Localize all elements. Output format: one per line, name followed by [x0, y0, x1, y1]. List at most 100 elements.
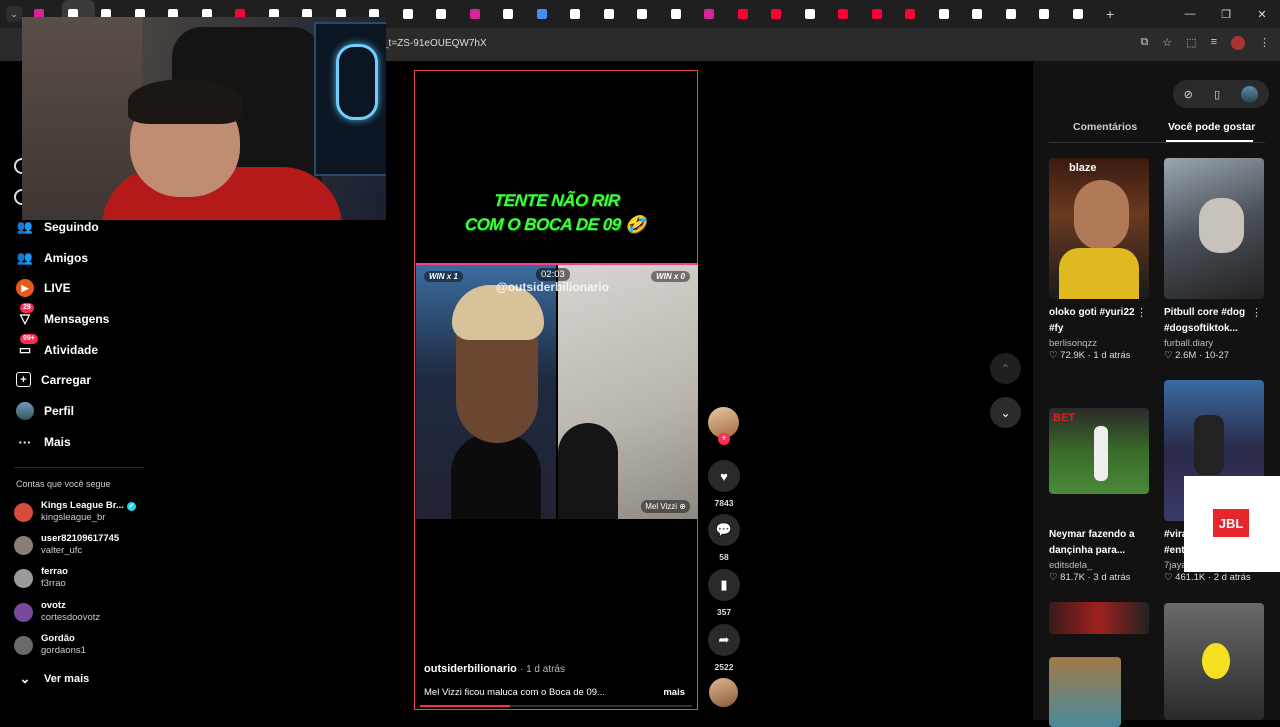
browser-tab[interactable]	[397, 0, 431, 28]
video-watermark: @outsiderbilionario	[496, 280, 610, 294]
follow-plus-icon[interactable]: +	[718, 433, 730, 445]
see-more-button[interactable]: ⌄ Ver mais	[16, 670, 90, 688]
sidebar-item-amigos[interactable]: 👥 Amigos	[16, 249, 88, 267]
avatar	[14, 568, 33, 588]
account-item[interactable]: user82109617745 valter_ufc	[14, 533, 119, 557]
avatar	[14, 535, 33, 555]
recommended-card[interactable]: Pitbull core #dog #dogsoftiktok... ⋮ furb…	[1164, 158, 1264, 361]
account-handle: valter_ufc	[41, 545, 83, 556]
tiktok-icon	[436, 9, 446, 19]
music-disc-avatar[interactable]	[709, 678, 738, 707]
close-window-icon[interactable]: ✕	[1244, 0, 1280, 28]
sidebar-item-mais[interactable]: ··· Mais	[16, 433, 71, 451]
minimize-icon[interactable]: —	[1172, 0, 1208, 28]
new-tab-button[interactable]: +	[1106, 6, 1114, 22]
sidebar-item-seguindo[interactable]: 👥 Seguindo	[16, 218, 99, 236]
video-top-line	[416, 263, 698, 265]
tiktok-icon	[670, 9, 681, 19]
tab-comments[interactable]: Comentários	[1073, 121, 1137, 133]
browser-tab[interactable]	[564, 0, 598, 28]
browser-menu-icon[interactable]: ⋮	[1259, 36, 1270, 50]
card-more-icon[interactable]: ⋮	[1136, 306, 1147, 319]
browser-tab[interactable]	[832, 0, 866, 28]
video-dark-shape	[558, 423, 618, 519]
browser-tab[interactable]	[698, 0, 732, 28]
restore-icon[interactable]: ❐	[1208, 0, 1244, 28]
tiktok-icon	[972, 9, 982, 19]
account-item[interactable]: ovotz cortesdoovotz	[14, 600, 100, 624]
video-description: Mel Vizzi ficou maluca com o Boca de 09.…	[424, 687, 605, 698]
video-author[interactable]: outsiderbilionario	[424, 663, 517, 675]
browser-tab[interactable]	[1033, 0, 1067, 28]
bookmark-icon[interactable]: ▮	[708, 569, 740, 601]
browser-tab[interactable]	[531, 0, 565, 28]
user-avatar[interactable]	[1241, 85, 1259, 103]
see-more-label: Ver mais	[44, 673, 90, 685]
recommended-card[interactable]: blaze oloko goti #yuri22 #fy ⋮ berlisonqz…	[1049, 158, 1149, 361]
url-field[interactable]: _t=ZS-91eOUEQW7hX	[383, 38, 487, 49]
cast-icon[interactable]: ⧉	[1140, 36, 1148, 50]
webcam-overlay	[22, 17, 386, 220]
video-caption-overlay: TENTE NÃO RIR COM O BOCA DE 09 🤣	[413, 189, 698, 237]
sidebar-item-carregar[interactable]: + Carregar	[16, 372, 91, 387]
recommended-card[interactable]	[1164, 603, 1264, 720]
video-player[interactable]: TENTE NÃO RIR COM O BOCA DE 09 🤣 WIN x 1…	[414, 70, 698, 710]
card-thumbnail	[1164, 603, 1264, 720]
upload-icon: +	[16, 372, 31, 387]
right-panel: ⊘ ▯ Comentários Você pode gostar blaze o…	[1033, 61, 1280, 727]
thumb-face	[1074, 180, 1129, 250]
next-video-button[interactable]: ⌄	[990, 397, 1021, 428]
tab-search-dropdown-icon[interactable]: ⌄	[6, 6, 22, 22]
sidebar-item-atividade[interactable]: ▭ 99+ Atividade	[16, 334, 98, 359]
browser-tab[interactable]	[1067, 0, 1101, 28]
previous-video-button[interactable]: ⌃	[990, 353, 1021, 384]
tiktok-icon	[1072, 9, 1083, 19]
video-author-line: outsiderbilionario · 1 d atrás	[424, 663, 565, 675]
heart-icon[interactable]: ♥	[708, 460, 740, 492]
reading-list-icon[interactable]: ≡	[1211, 36, 1217, 50]
browser-tab[interactable]	[497, 0, 531, 28]
bookmark-star-icon[interactable]: ☆	[1162, 36, 1172, 50]
browser-tab[interactable]	[765, 0, 799, 28]
account-item[interactable]: ferrao f3rrao	[14, 566, 68, 590]
browser-tab[interactable]	[631, 0, 665, 28]
recommended-card[interactable]	[1049, 602, 1149, 727]
browser-tab[interactable]	[899, 0, 933, 28]
browser-tab[interactable]	[866, 0, 900, 28]
extensions-icon[interactable]: ⬚	[1186, 36, 1196, 50]
tab-recommended[interactable]: Você pode gostar	[1168, 121, 1255, 133]
phone-icon[interactable]: ▯	[1214, 88, 1220, 101]
sidebar-item-label: Mensagens	[44, 312, 110, 326]
video-progress-bar[interactable]	[420, 705, 692, 707]
browser-tab[interactable]	[933, 0, 967, 28]
comment-icon[interactable]: 💬	[708, 514, 740, 546]
video-time: · 1 d atrás	[519, 664, 565, 675]
verified-icon: ✓	[126, 502, 136, 511]
browser-tab[interactable]	[464, 0, 498, 28]
tiktok-icon	[1005, 9, 1016, 19]
account-item[interactable]: Gordão gordaons1	[14, 633, 86, 657]
more-button[interactable]: mais	[663, 687, 685, 698]
browser-tab[interactable]	[732, 0, 766, 28]
compass-icon[interactable]: ⊘	[1184, 88, 1193, 101]
browser-tab[interactable]	[430, 0, 464, 28]
browser-profile-avatar[interactable]	[1231, 36, 1245, 50]
browser-tab[interactable]	[799, 0, 833, 28]
tiktok-icon	[1039, 9, 1049, 19]
profile-icon	[16, 402, 34, 420]
window-controls: — ❐ ✕	[1172, 0, 1280, 28]
sidebar-item-live[interactable]: ▶ LIVE	[16, 279, 71, 297]
sidebar-item-perfil[interactable]: Perfil	[16, 402, 74, 420]
card-more-icon[interactable]: ⋮	[1251, 306, 1262, 319]
browser-tab[interactable]	[598, 0, 632, 28]
sidebar-item-mensagens[interactable]: ▽ 29 Mensagens	[16, 303, 110, 328]
recommended-card[interactable]: BET Neymar fazendo a dançinha para... edi…	[1049, 408, 1149, 583]
browser-tab[interactable]	[1000, 0, 1034, 28]
share-icon[interactable]: ➦	[708, 624, 740, 656]
messages-icon: ▽ 29	[16, 303, 34, 328]
browser-tab[interactable]	[966, 0, 1000, 28]
card-likes: ♡ 461.1K	[1164, 572, 1206, 583]
following-accounts-title: Contas que você segue	[16, 479, 111, 489]
account-item[interactable]: Kings League Br... ✓ kingsleague_br	[14, 500, 136, 524]
browser-tab[interactable]	[665, 0, 699, 28]
